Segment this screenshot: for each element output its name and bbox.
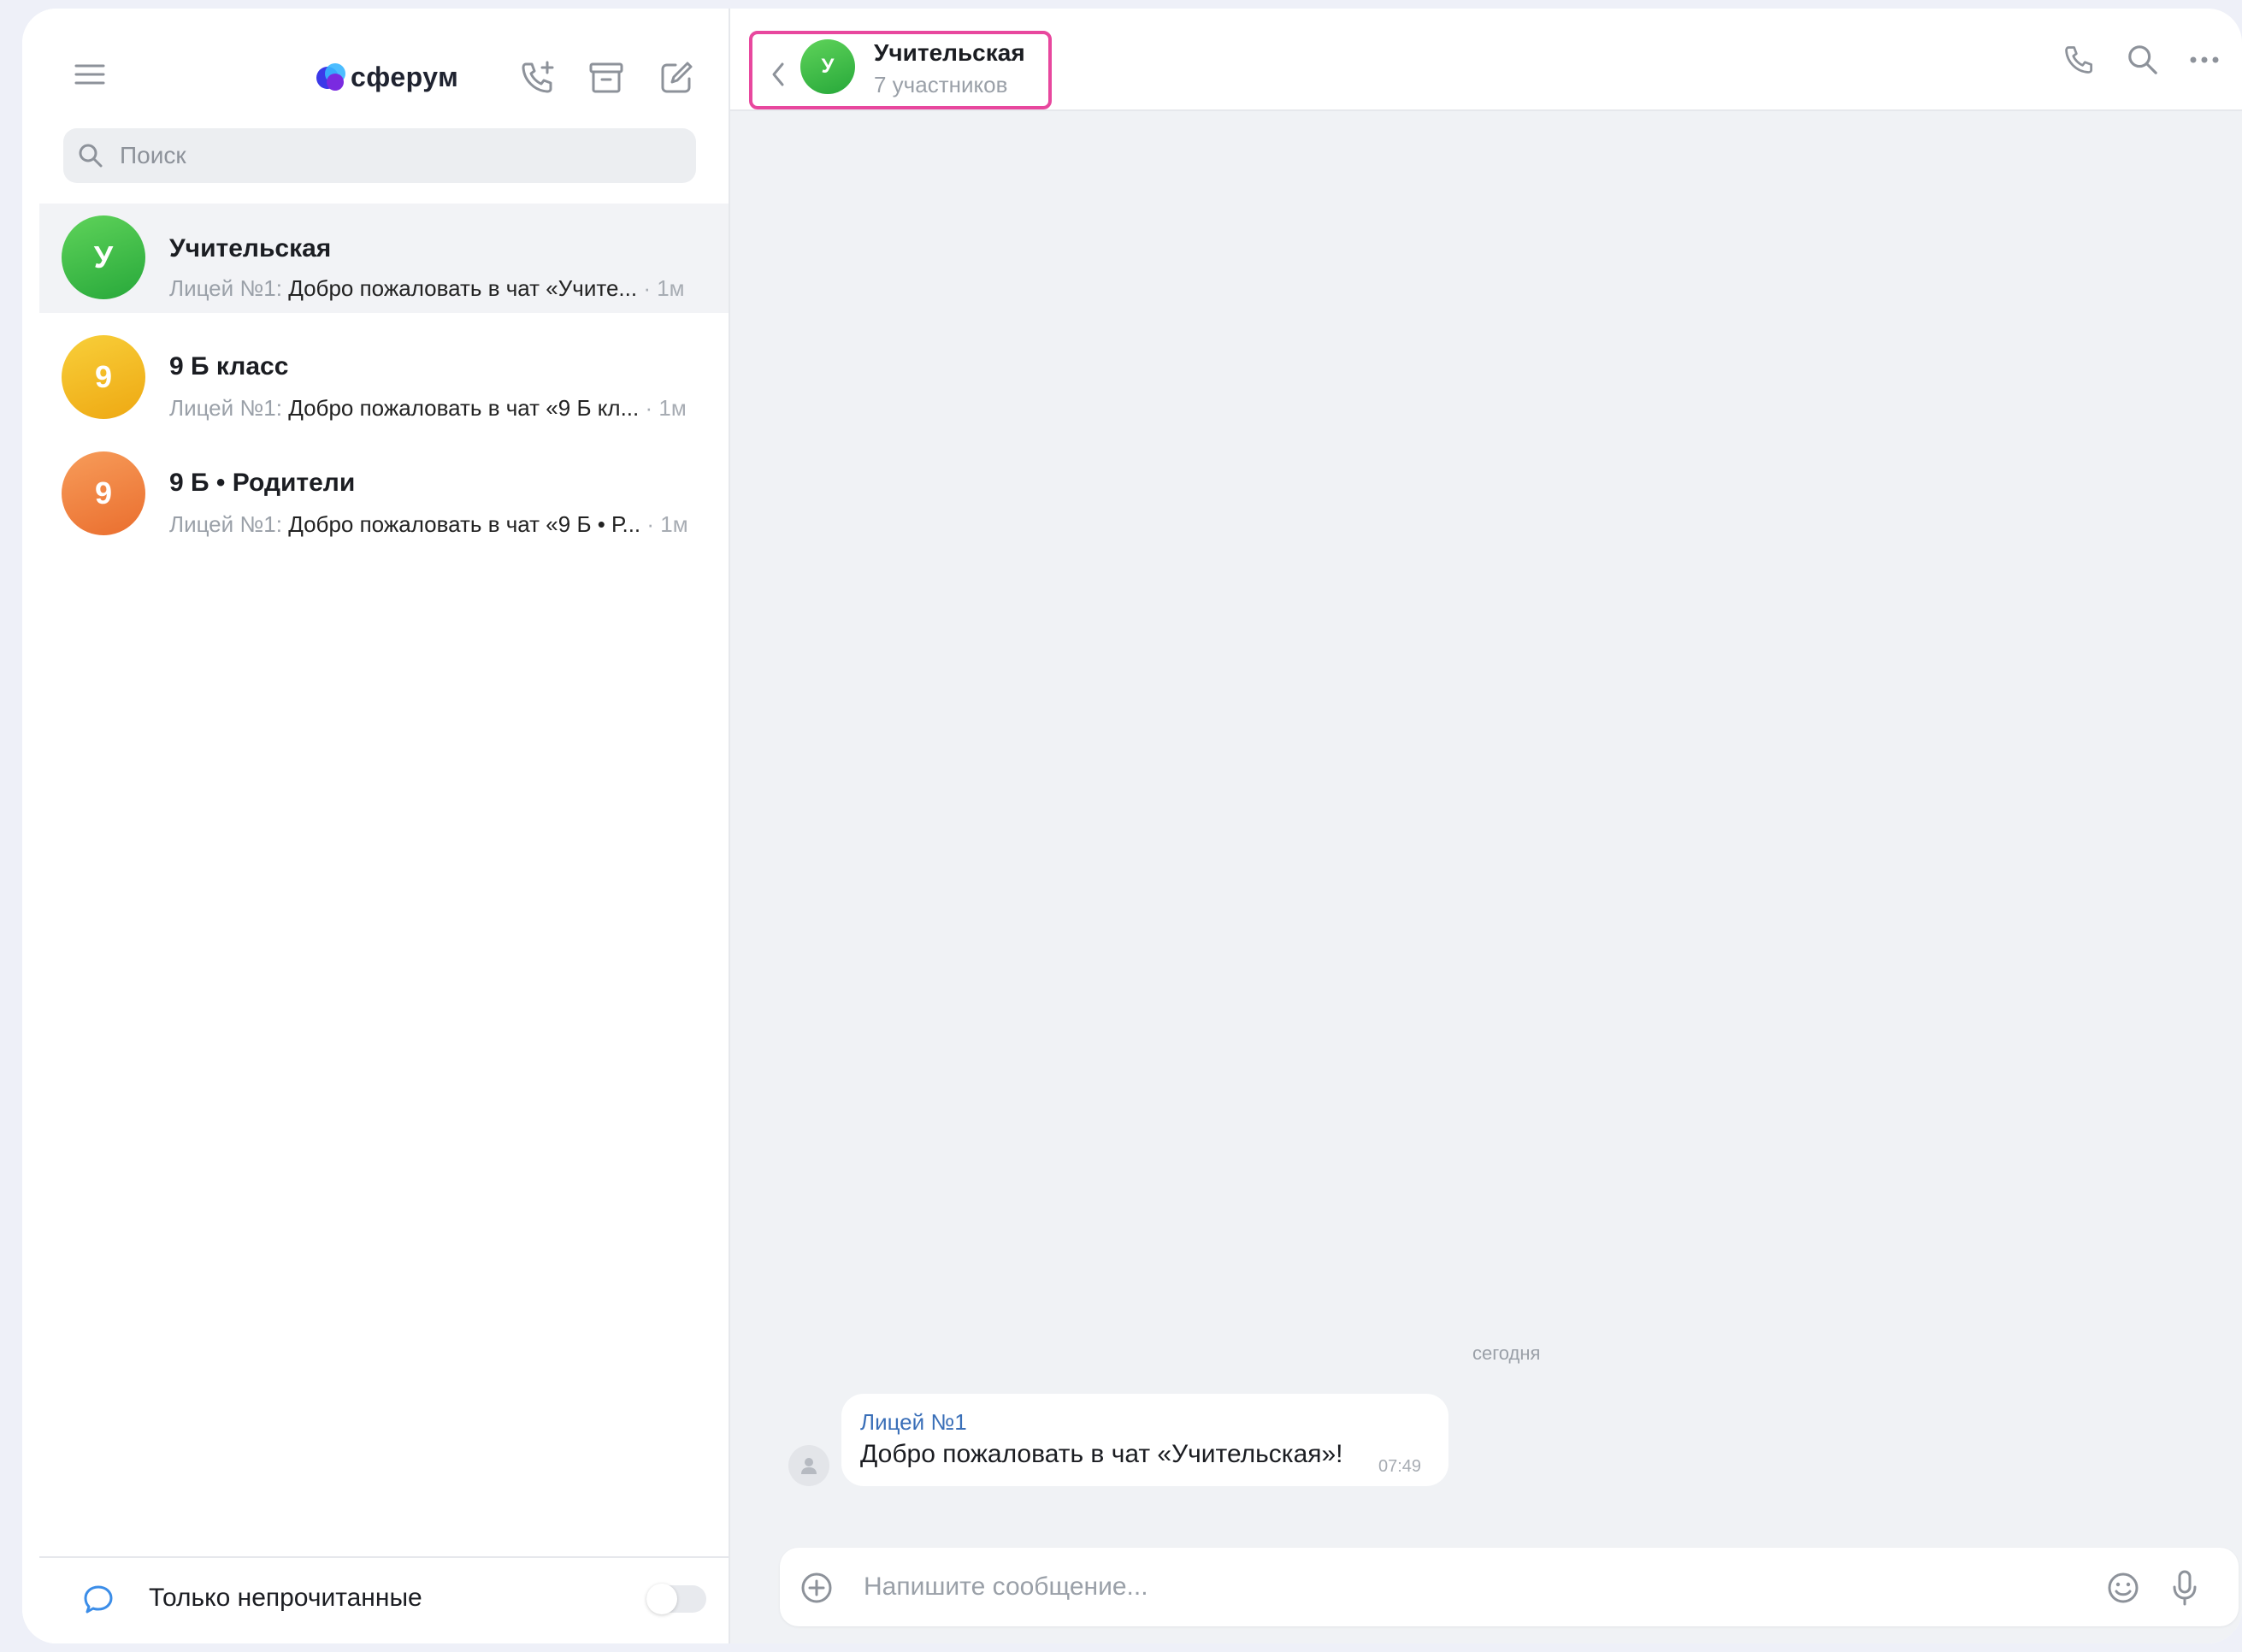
add-attachment-icon[interactable]	[797, 1568, 836, 1608]
menu-icon[interactable]	[68, 53, 111, 96]
search-icon[interactable]	[2117, 34, 2168, 86]
message-input[interactable]	[862, 1566, 2045, 1608]
back-icon[interactable]	[763, 53, 794, 96]
chat-preview: Лицей №1: Добро пожаловать в чат «9 Б • …	[169, 511, 688, 538]
chat-name: 9 Б • Родители	[169, 469, 356, 497]
message-sender[interactable]: Лицей №1	[860, 1409, 967, 1436]
icon-phone[interactable]	[2054, 34, 2105, 86]
unread-only-toggle[interactable]	[646, 1584, 706, 1614]
preview-sender: Лицей №1:	[169, 511, 282, 537]
message-time: 07:49	[1378, 1457, 1422, 1476]
chat-name: 9 Б класс	[169, 352, 289, 381]
chat-item-9b-parents[interactable]: 9 9 Б • Родители Лицей №1: Добро пожалов…	[39, 431, 729, 549]
chat-preview: Лицей №1: Добро пожаловать в чат «9 Б кл…	[169, 395, 687, 422]
message-text: Добро пожаловать в чат «Учительская»!	[860, 1440, 1343, 1468]
archive-icon[interactable]	[585, 56, 628, 99]
preview-sender: Лицей №1:	[169, 395, 282, 421]
preview-sender: Лицей №1:	[169, 275, 282, 301]
emoji-icon[interactable]	[2103, 1568, 2143, 1608]
toggle-knob	[646, 1584, 677, 1614]
add-call-icon[interactable]	[516, 56, 559, 99]
avatar-letter: У	[93, 239, 114, 274]
avatar-letter: 9	[94, 359, 113, 394]
logo-text: сферум	[351, 62, 459, 92]
date-separator: сегодня	[1472, 1342, 1541, 1364]
logo: сферум	[316, 62, 458, 93]
search-input[interactable]	[118, 141, 634, 170]
chat-title[interactable]: Учительская	[874, 39, 1025, 67]
search-icon	[63, 128, 118, 183]
sidebar-header: сферум	[22, 9, 729, 128]
avatar-letter: 9	[94, 475, 113, 510]
preview-text: Добро пожаловать в чат «9 Б • Р...	[281, 511, 641, 537]
app-window: сферум У Учительская	[22, 9, 2242, 1643]
chat-item-9b-class[interactable]: 9 9 Б класс Лицей №1: Добро пожаловать в…	[39, 313, 729, 431]
message-bubble[interactable]: Лицей №1 Добро пожаловать в чат «Учитель…	[841, 1394, 1448, 1486]
compose-icon[interactable]	[655, 56, 698, 99]
unread-only-label: Только непрочитанные	[149, 1584, 422, 1612]
avatar: 9	[62, 451, 145, 535]
preview-time: · 1м	[640, 511, 688, 537]
sidebar: сферум У Учительская	[22, 9, 730, 1643]
chat-list: У Учительская Лицей №1: Добро пожаловать…	[39, 204, 729, 549]
chat-item-teachers[interactable]: У Учительская Лицей №1: Добро пожаловать…	[39, 204, 729, 313]
preview-text: Добро пожаловать в чат «9 Б кл...	[281, 395, 640, 421]
chat-avatar-letter: У	[821, 55, 835, 78]
message-composer	[780, 1548, 2239, 1626]
chat-participants-count[interactable]: 7 участников	[874, 72, 1007, 98]
sidebar-footer: Только непрочитанные	[39, 1556, 729, 1643]
chat-avatar[interactable]: У	[800, 39, 855, 94]
chat-name: Учительская	[169, 234, 332, 263]
avatar: 9	[62, 335, 145, 419]
message-avatar[interactable]	[788, 1445, 829, 1486]
more-icon[interactable]	[2179, 34, 2230, 86]
logo-mark-icon	[316, 62, 345, 92]
preview-text: Добро пожаловать в чат «Учите...	[281, 275, 638, 301]
search-bar[interactable]	[63, 128, 696, 183]
chat-preview: Лицей №1: Добро пожаловать в чат «Учите.…	[169, 275, 685, 302]
microphone-icon[interactable]	[2165, 1566, 2204, 1609]
avatar: У	[62, 215, 145, 299]
preview-time: · 1м	[639, 395, 687, 421]
chat-bubble-icon	[79, 1580, 118, 1620]
preview-time: · 1м	[637, 275, 685, 301]
